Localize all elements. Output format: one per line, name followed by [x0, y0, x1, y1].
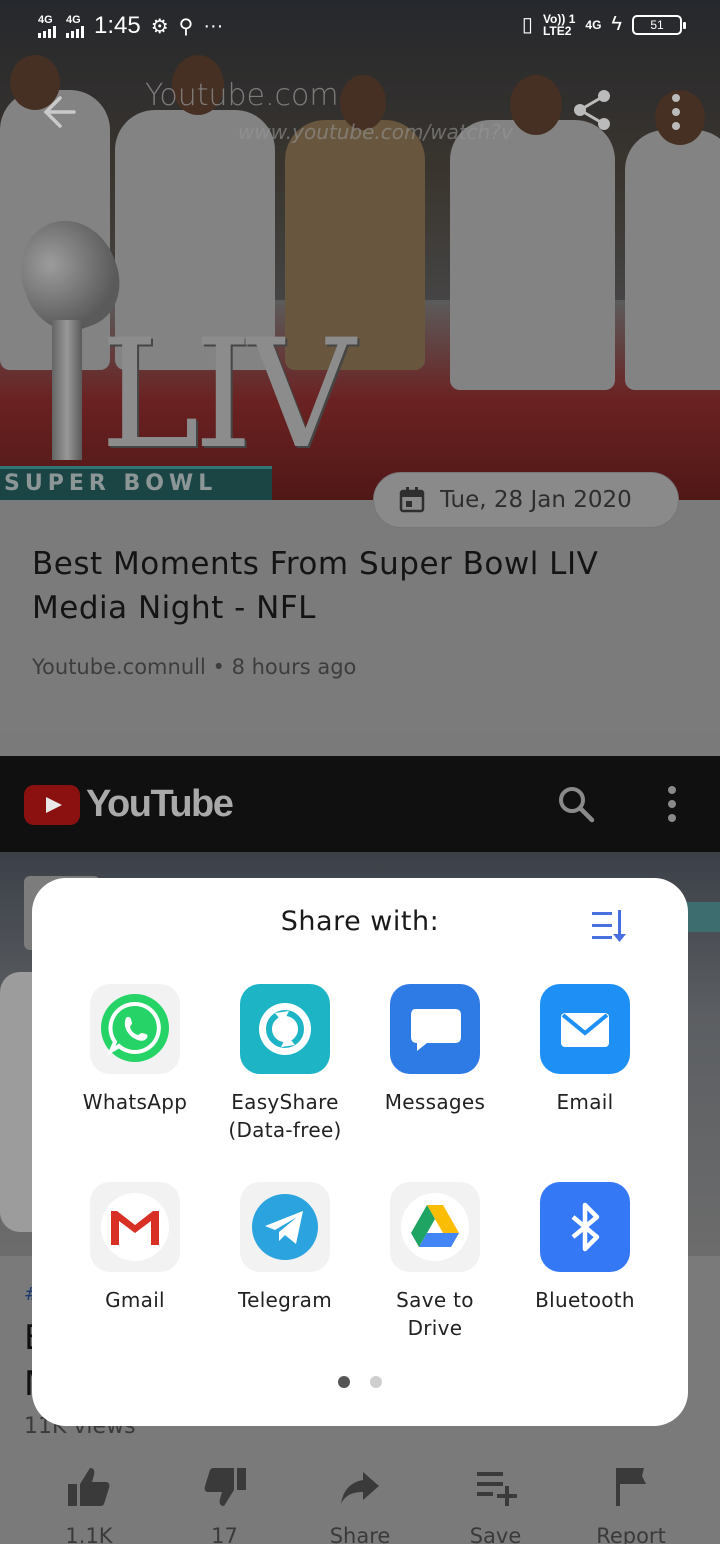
usb-icon: ⚲ [178, 15, 194, 38]
page-dot[interactable] [370, 1376, 382, 1388]
meta-separator: • [212, 655, 225, 679]
page-dot[interactable] [338, 1376, 350, 1388]
charging-icon: ϟ [611, 13, 622, 35]
signal-sim2-icon: 4G [66, 14, 84, 38]
bluetooth-icon [540, 1182, 630, 1272]
messages-icon [390, 984, 480, 1074]
more-options-icon[interactable] [666, 92, 686, 132]
youtube-logo[interactable]: YouTube [24, 783, 234, 826]
flag-icon [616, 1468, 646, 1506]
share-label: Share [329, 1524, 391, 1544]
calendar-icon [399, 487, 425, 513]
share-button[interactable]: Share [295, 1464, 425, 1544]
share-target-label: Telegram [237, 1288, 333, 1312]
telegram-icon [240, 1182, 330, 1272]
save-button[interactable]: Save [431, 1464, 561, 1544]
share-sheet: Share with: WhatsApp EasyShare (Data-fre… [32, 878, 688, 1426]
share-target-whatsapp[interactable]: WhatsApp [60, 984, 210, 1144]
youtube-wordmark: YouTube [86, 783, 234, 825]
volte-indicator: Vo)) 1 LTE2 [542, 11, 576, 38]
scrim [0, 0, 720, 500]
usb-debug-icon: ⚙ [150, 15, 169, 38]
share-icon[interactable] [570, 88, 614, 132]
article-age: 8 hours ago [231, 655, 357, 679]
vibrate-icon: ▯ [521, 14, 533, 36]
page-indicator [32, 1376, 688, 1388]
article-source: Youtube.comnull [32, 655, 206, 679]
share-target-label: Bluetooth [535, 1288, 635, 1312]
video-actions: 1.1K 17 Share Save Report [24, 1464, 696, 1544]
signal-sim1-icon: 4G [38, 14, 56, 38]
gmail-icon [90, 1182, 180, 1272]
dislike-count: 17 [211, 1524, 238, 1544]
share-target-label: Email [556, 1090, 614, 1114]
video-thumbnail[interactable]: LIV SUPER BOWL Youtube.com www.youtube.c… [0, 0, 720, 500]
whatsapp-icon [90, 984, 180, 1074]
share-target-label: EasyShare (Data-free) [228, 1090, 342, 1142]
share-target-label: Gmail [105, 1288, 165, 1312]
share-target-easyshare[interactable]: EasyShare (Data-free) [210, 984, 360, 1144]
more-options-icon[interactable] [662, 784, 682, 824]
share-target-bluetooth[interactable]: Bluetooth [510, 1182, 660, 1342]
save-label: Save [469, 1524, 522, 1544]
like-count: 1.1K [65, 1524, 113, 1544]
share-target-telegram[interactable]: Telegram [210, 1182, 360, 1342]
share-target-email[interactable]: Email [510, 984, 660, 1144]
playlist-add-icon [476, 1472, 517, 1506]
date-chip: Tue, 28 Jan 2020 [373, 472, 679, 528]
sort-icon[interactable] [588, 906, 628, 946]
more-notifications-icon: ··· [203, 14, 224, 37]
back-arrow-icon[interactable] [38, 92, 78, 132]
share-target-messages[interactable]: Messages [360, 984, 510, 1144]
thumbs-down-icon [204, 1468, 246, 1506]
article-meta: Youtube.comnull • 8 hours ago [32, 655, 356, 679]
search-icon[interactable] [556, 784, 596, 824]
post-date: Tue, 28 Jan 2020 [440, 487, 632, 513]
share-target-drive[interactable]: Save to Drive [360, 1182, 510, 1342]
share-target-label: Messages [384, 1090, 486, 1114]
share-target-label: Save to Drive [396, 1288, 474, 1340]
report-button[interactable]: Report [566, 1464, 696, 1544]
share-target-grid: WhatsApp EasyShare (Data-free) Messages [60, 984, 660, 1342]
report-label: Report [596, 1524, 666, 1544]
thumbs-up-icon [68, 1468, 110, 1506]
share-target-label: WhatsApp [82, 1090, 188, 1114]
status-bar: 4G 4G 1:45 ⚙ ⚲ ··· ▯ Vo)) 1 LTE2 4G ϟ 51 [0, 0, 720, 56]
like-button[interactable]: 1.1K [24, 1464, 154, 1544]
clock: 1:45 [94, 12, 141, 39]
youtube-play-icon [24, 784, 80, 825]
dislike-button[interactable]: 17 [160, 1464, 290, 1544]
article-title[interactable]: Best Moments From Super Bowl LIV Media N… [32, 542, 682, 630]
email-icon [540, 984, 630, 1074]
share-target-gmail[interactable]: Gmail [60, 1182, 210, 1342]
google-drive-icon [390, 1182, 480, 1272]
easyshare-icon [240, 984, 330, 1074]
network-4g-icon: 4G [585, 17, 602, 32]
battery-icon: 51 [632, 14, 686, 35]
share-arrow-icon [341, 1472, 379, 1504]
